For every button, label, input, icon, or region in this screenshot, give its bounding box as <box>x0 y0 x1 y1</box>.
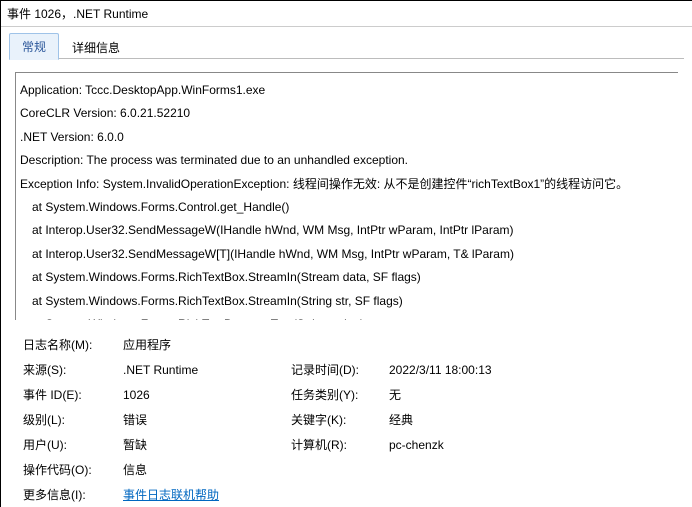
exception-stack-line: at System.Windows.Forms.RichTextBox.Stre… <box>20 290 674 313</box>
exception-stack-line: at System.Windows.Forms.RichTextBox.set_… <box>20 313 674 320</box>
exception-line: .NET Version: 6.0.0 <box>20 126 674 149</box>
row-eventid-taskcat: 事件 ID(E): 1026 任务类别(Y): 无 <box>23 386 678 403</box>
link-event-log-help[interactable]: 事件日志联机帮助 <box>123 488 219 502</box>
tab-bar: 常规 详细信息 <box>1 27 692 59</box>
row-level-keywords: 级别(L): 错误 关键字(K): 经典 <box>23 411 678 428</box>
label-opcode: 操作代码(O): <box>23 461 123 478</box>
label-task-category: 任务类别(Y): <box>291 386 389 403</box>
tab-details[interactable]: 详细信息 <box>59 34 133 60</box>
label-level: 级别(L): <box>23 411 123 428</box>
exception-stack-line: at System.Windows.Forms.Control.get_Hand… <box>20 196 674 219</box>
label-logged: 记录时间(D): <box>291 361 389 378</box>
exception-line: CoreCLR Version: 6.0.21.52210 <box>20 102 674 125</box>
exception-stack-line: at Interop.User32.SendMessageW(IHandle h… <box>20 219 674 242</box>
row-source-logged: 来源(S): .NET Runtime 记录时间(D): 2022/3/11 1… <box>23 361 678 378</box>
exception-text-area[interactable]: Application: Tccc.DesktopApp.WinForms1.e… <box>15 72 678 320</box>
label-computer: 计算机(R): <box>291 436 389 453</box>
label-keywords: 关键字(K): <box>291 411 389 428</box>
label-source: 来源(S): <box>23 361 123 378</box>
value-user: 暂缺 <box>123 436 291 453</box>
row-log-name: 日志名称(M): 应用程序 <box>23 336 678 353</box>
row-more-info: 更多信息(I): 事件日志联机帮助 <box>23 486 678 503</box>
window-title: 事件 1026，.NET Runtime <box>1 1 692 27</box>
value-keywords: 经典 <box>389 411 678 428</box>
label-user: 用户(U): <box>23 436 123 453</box>
value-log-name: 应用程序 <box>123 336 291 353</box>
value-source: .NET Runtime <box>123 363 291 377</box>
value-level: 错误 <box>123 411 291 428</box>
label-log-name: 日志名称(M): <box>23 336 123 353</box>
value-opcode: 信息 <box>123 461 291 478</box>
exception-line: Exception Info: System.InvalidOperationE… <box>20 173 674 196</box>
exception-stack-line: at System.Windows.Forms.RichTextBox.Stre… <box>20 266 674 289</box>
event-details-grid: 日志名称(M): 应用程序 来源(S): .NET Runtime 记录时间(D… <box>1 328 692 503</box>
exception-stack-line: at Interop.User32.SendMessageW[T](IHandl… <box>20 243 674 266</box>
value-computer: pc-chenzk <box>389 438 678 452</box>
value-event-id: 1026 <box>123 388 291 402</box>
exception-line: Description: The process was terminated … <box>20 149 674 172</box>
exception-line: Application: Tccc.DesktopApp.WinForms1.e… <box>20 79 674 102</box>
row-opcode: 操作代码(O): 信息 <box>23 461 678 478</box>
event-properties-window: 事件 1026，.NET Runtime 常规 详细信息 Application… <box>0 0 692 507</box>
value-task-category: 无 <box>389 386 678 403</box>
row-user-computer: 用户(U): 暂缺 计算机(R): pc-chenzk <box>23 436 678 453</box>
value-logged: 2022/3/11 18:00:13 <box>389 363 678 377</box>
tab-separator <box>9 58 684 59</box>
tab-general[interactable]: 常规 <box>9 33 59 60</box>
label-event-id: 事件 ID(E): <box>23 386 123 403</box>
label-more-info: 更多信息(I): <box>23 486 123 503</box>
